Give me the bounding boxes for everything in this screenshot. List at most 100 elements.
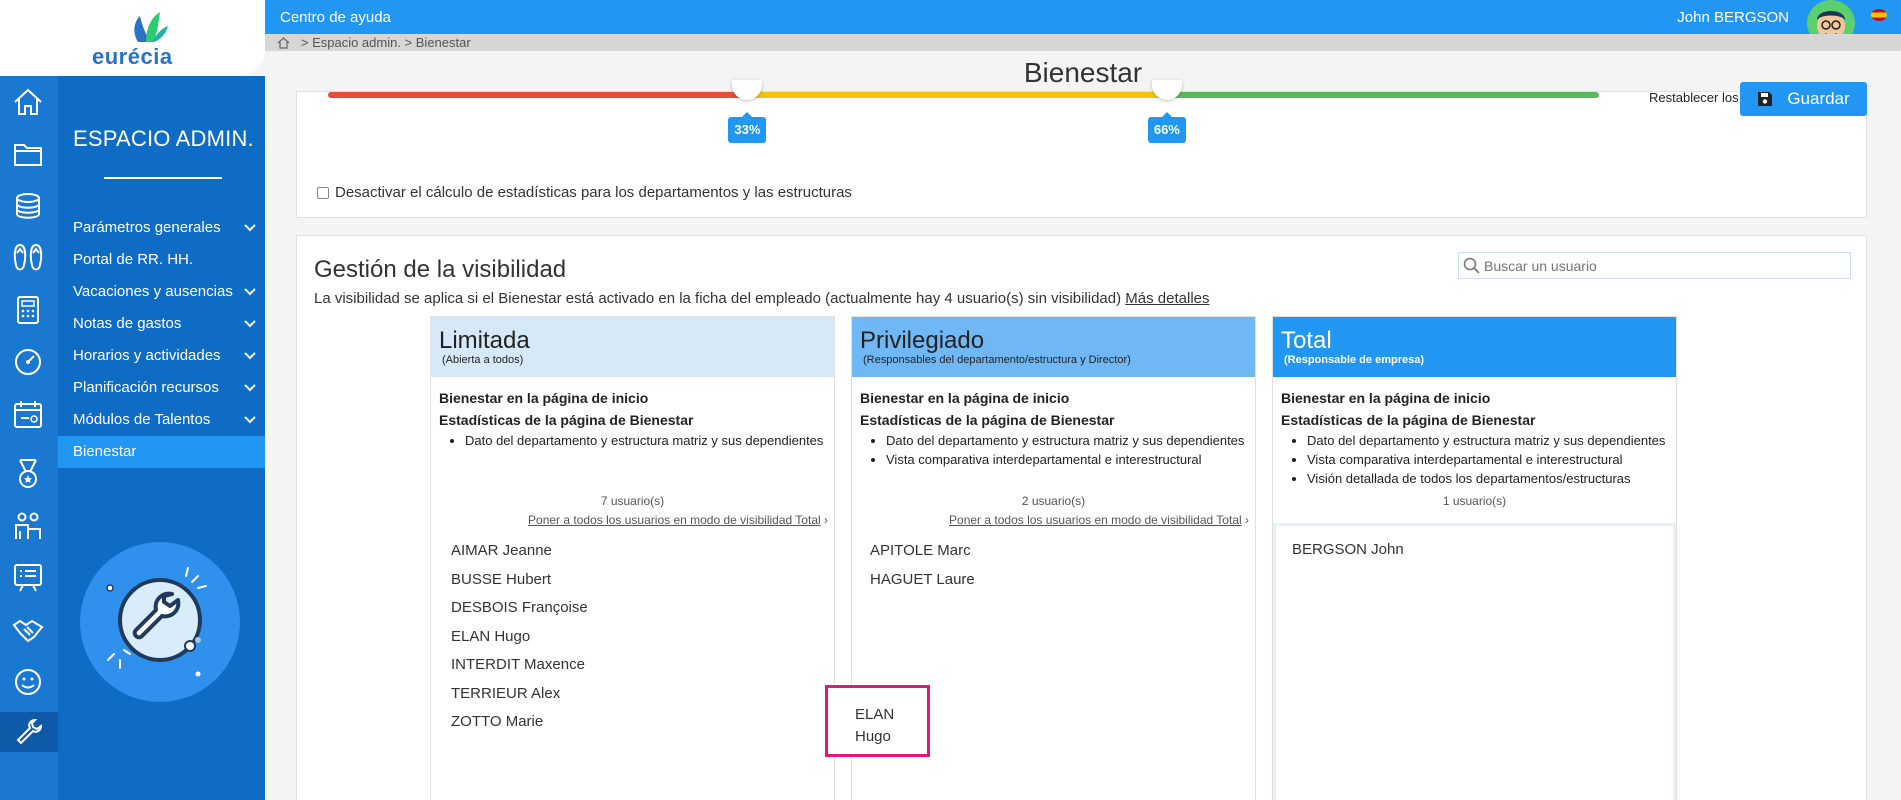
calculator-icon[interactable]: [8, 290, 48, 330]
sidebar-item-vacaciones[interactable]: Vacaciones y ausencias: [58, 276, 265, 308]
search-input[interactable]: [1484, 257, 1844, 274]
sidebar-item-label: Bienestar: [73, 443, 137, 460]
list-item[interactable]: INTERDIT Maxence: [451, 651, 588, 680]
feature-stats: Estadísticas de la página de Bienestar: [439, 412, 694, 428]
sidebar-item-portal-rrhh[interactable]: Portal de RR. HH.: [58, 244, 265, 276]
logo-wordmark: eurécia: [92, 44, 173, 69]
help-center-link[interactable]: Centro de ayuda: [280, 9, 391, 26]
logo[interactable]: eurécia: [0, 0, 265, 76]
feature-bullet: Dato del departamento y estructura matri…: [1307, 431, 1668, 450]
save-button[interactable]: Guardar: [1740, 82, 1867, 116]
chevron-down-icon: [244, 352, 256, 360]
home-icon[interactable]: [277, 37, 290, 49]
sidebar-item-talentos[interactable]: Módulos de Talentos: [58, 404, 265, 436]
sidebar-item-notas-gastos[interactable]: Notas de gastos: [58, 308, 265, 340]
admin-wrench-icon[interactable]: [0, 712, 58, 752]
list-item[interactable]: BUSSE Hubert: [451, 566, 588, 595]
threshold-segment-low: [328, 92, 748, 98]
drop-zone[interactable]: BERGSON John: [1273, 523, 1676, 800]
folder-icon[interactable]: [8, 134, 48, 174]
list-item[interactable]: ELAN Hugo: [451, 623, 588, 652]
page-title: Bienestar: [1023, 57, 1143, 88]
disable-stats-toggle[interactable]: Desactivar el cálculo de estadísticas pa…: [317, 184, 852, 201]
sidebar-item-parametros-generales[interactable]: Parámetros generales: [58, 212, 265, 244]
list-item[interactable]: APITOLE Marc: [870, 537, 975, 566]
admin-sidebar: ESPACIO ADMIN. Parámetros generales Port…: [58, 76, 265, 800]
list-item[interactable]: DESBOIS Françoise: [451, 594, 588, 623]
coins-icon[interactable]: [8, 186, 48, 226]
threshold-segment-mid: [747, 92, 1167, 98]
visibility-description-text: La visibilidad se aplica si el Bienestar…: [314, 290, 1122, 307]
sidebar-item-horarios[interactable]: Horarios y actividades: [58, 340, 265, 372]
sidebar-item-label: Horarios y actividades: [73, 347, 221, 364]
top-bar: Centro de ayuda John BERGSON: [265, 0, 1901, 46]
sidebar-title: ESPACIO ADMIN.: [73, 126, 254, 151]
breadcrumb-path[interactable]: > Espacio admin. > Bienestar: [301, 35, 471, 50]
column-header: Total (Responsable de empresa): [1273, 317, 1676, 377]
visibility-column-total: Total (Responsable de empresa) Bienestar…: [1272, 316, 1677, 800]
feature-bullet: Dato del departamento y estructura matri…: [886, 431, 1247, 450]
disable-stats-checkbox[interactable]: [317, 186, 329, 199]
user-count: 1 usuario(s): [1442, 494, 1507, 508]
column-features: Bienestar en la página de inicio Estadís…: [1273, 377, 1676, 488]
move-all-label: Poner a todos los usuarios en modo de vi…: [528, 513, 821, 527]
chevron-down-icon: [244, 288, 256, 296]
sidebar-item-label: Vacaciones y ausencias: [73, 283, 233, 300]
list-item[interactable]: ZOTTO Marie: [451, 708, 588, 737]
dragged-user-line2: Hugo: [855, 728, 891, 745]
list-item[interactable]: AIMAR Jeanne: [451, 537, 588, 566]
column-subtitle: (Responsables del departamento/estructur…: [863, 354, 1131, 366]
app-root: eurécia Centro de ayuda John BERGSON > E…: [0, 0, 1901, 800]
sidebar-item-label: Notas de gastos: [73, 315, 182, 332]
user-search[interactable]: [1458, 252, 1851, 279]
sidebar-item-planificacion[interactable]: Planificación recursos: [58, 372, 265, 404]
visibility-description: La visibilidad se aplica si el Bienestar…: [314, 290, 1210, 307]
visibility-panel: Gestión de la visibilidad La visibilidad…: [296, 235, 1867, 800]
smiley-icon[interactable]: [8, 662, 48, 702]
user-list: AIMAR Jeanne BUSSE Hubert DESBOIS Franço…: [451, 537, 588, 737]
more-details-link[interactable]: Más detalles: [1125, 290, 1209, 307]
user-list: BERGSON John: [1292, 536, 1404, 565]
column-title: Total: [1281, 327, 1332, 354]
list-item[interactable]: TERRIEUR Alex: [451, 680, 588, 709]
handshake-icon[interactable]: [8, 610, 48, 650]
language-flag-icon[interactable]: [1871, 9, 1887, 21]
sidebar-item-bienestar[interactable]: Bienestar: [58, 436, 265, 468]
presentation-icon[interactable]: [8, 558, 48, 598]
column-features: Bienestar en la página de inicio Estadís…: [852, 377, 1255, 469]
feature-stats: Estadísticas de la página de Bienestar: [860, 412, 1115, 428]
user-name[interactable]: John BERGSON: [1677, 9, 1789, 26]
sidebar-item-label: Parámetros generales: [73, 219, 221, 236]
threshold-slider-track[interactable]: [328, 92, 1599, 98]
feature-bullet: Visión detallada de todos los departamen…: [1307, 469, 1668, 488]
eurecia-leaf-icon: [134, 12, 168, 42]
visibility-title: Gestión de la visibilidad: [314, 256, 567, 283]
move-all-to-total-link[interactable]: Poner a todos los usuarios en modo de vi…: [949, 513, 1249, 527]
list-item[interactable]: BERGSON John: [1292, 536, 1404, 565]
column-subtitle: (Responsable de empresa): [1284, 354, 1424, 366]
chevron-down-icon: [244, 224, 256, 232]
home-icon[interactable]: [8, 82, 48, 122]
speedometer-icon[interactable]: [8, 342, 48, 382]
flip-flops-icon[interactable]: [8, 238, 48, 278]
feature-stats: Estadísticas de la página de Bienestar: [1281, 412, 1536, 428]
feature-home: Bienestar en la página de inicio: [1281, 390, 1491, 406]
chevron-down-icon: [244, 384, 256, 392]
people-icon[interactable]: [8, 506, 48, 546]
column-title: Privilegiado: [860, 327, 985, 354]
column-header: Limitada (Abierta a todos): [431, 317, 834, 377]
feature-bullet: Vista comparativa interdepartamental e i…: [1307, 450, 1668, 469]
reset-values-link[interactable]: Restablecer los valores: [1649, 90, 1739, 102]
list-item[interactable]: HAGUET Laure: [870, 566, 975, 595]
sidebar-item-label: Planificación recursos: [73, 379, 219, 396]
save-button-label: Guardar: [1787, 89, 1850, 108]
medal-icon[interactable]: [8, 454, 48, 494]
wrench-badge-icon: [106, 567, 207, 677]
visibility-column-limitada: Limitada (Abierta a todos) Bienestar en …: [430, 316, 835, 800]
search-icon: [1463, 257, 1480, 274]
calendar-icon[interactable]: [8, 394, 48, 434]
move-all-to-total-link[interactable]: Poner a todos los usuarios en modo de vi…: [528, 513, 828, 527]
column-features: Bienestar en la página de inicio Estadís…: [431, 377, 834, 450]
column-subtitle: (Abierta a todos): [442, 354, 524, 366]
dragged-user-card[interactable]: ELAN Hugo: [825, 685, 930, 757]
